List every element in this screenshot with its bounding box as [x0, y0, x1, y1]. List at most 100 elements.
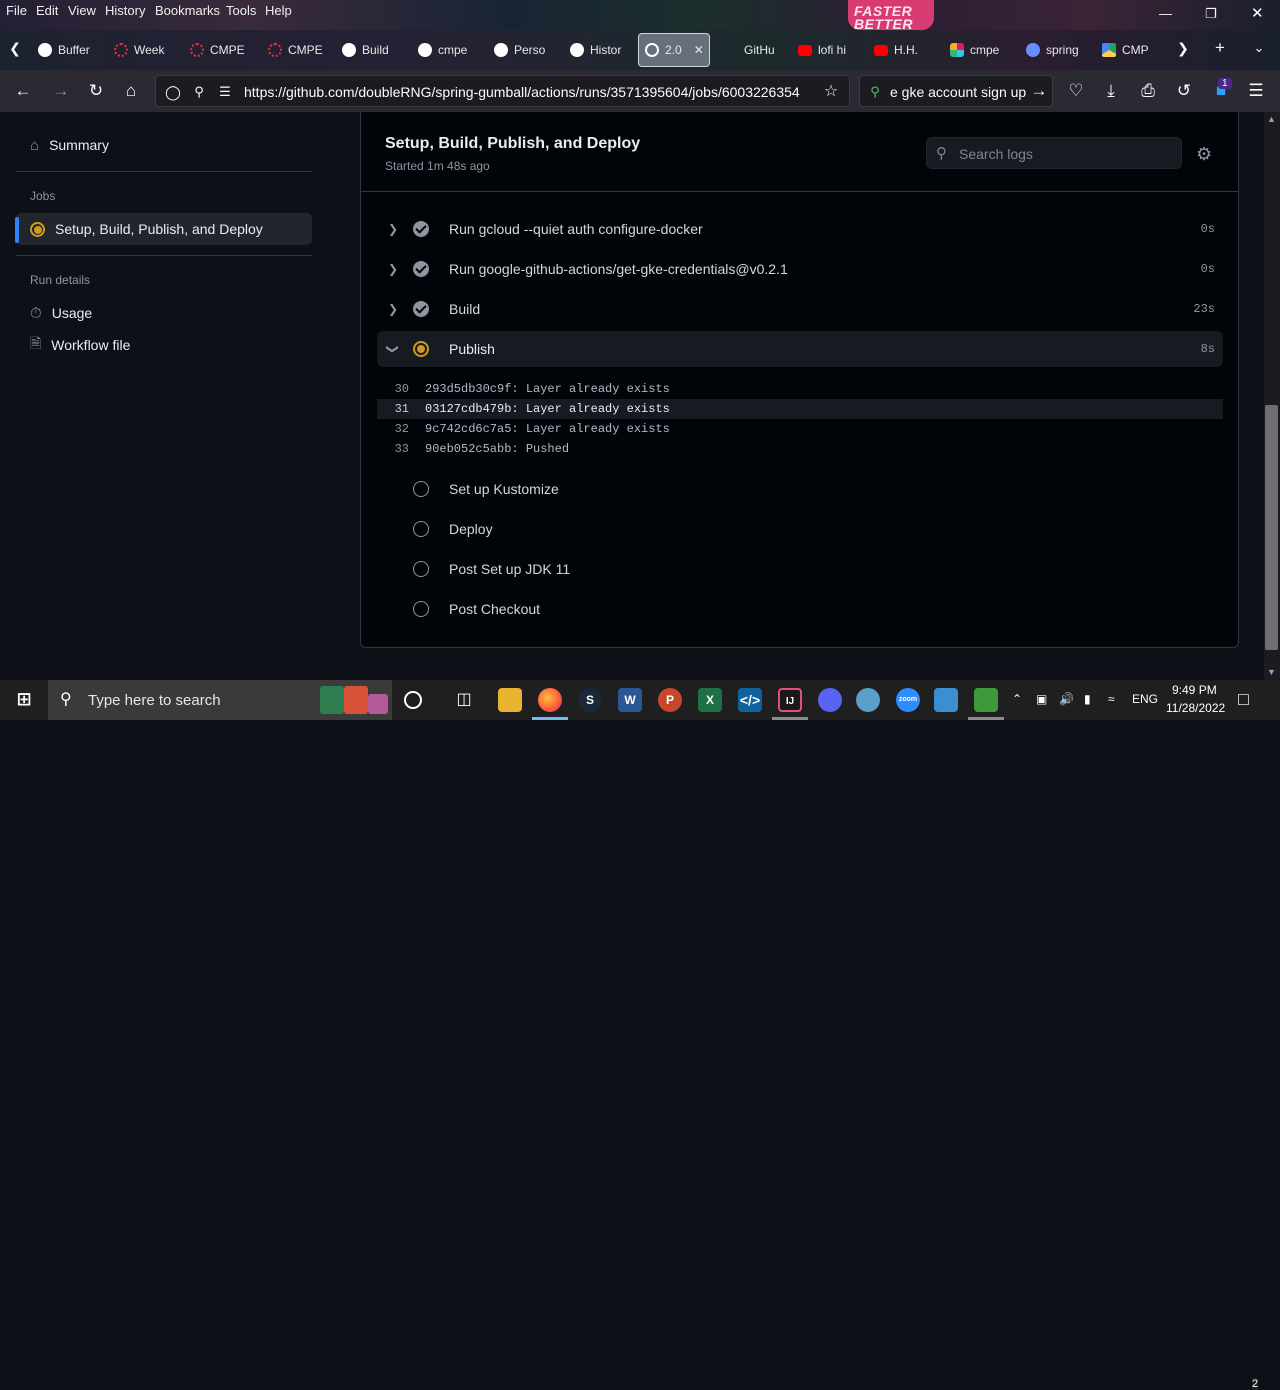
tab-cmpe-3[interactable]: cmpe — [418, 38, 474, 62]
tab-build[interactable]: Build — [342, 38, 398, 62]
log-line[interactable]: 30 293d5db30c9f: Layer already exists — [377, 379, 1223, 399]
step-row[interactable]: Post Checkout — [377, 591, 1223, 627]
notepad-icon[interactable] — [974, 688, 998, 712]
sidebar-item-usage[interactable]: ⏱ Usage — [16, 297, 312, 329]
menu-help[interactable]: Help — [265, 3, 292, 18]
log-line-text: 90eb052c5abb: Pushed — [425, 442, 570, 456]
zoom-icon[interactable]: zoom — [896, 688, 920, 712]
shield-icon[interactable]: ◯ — [162, 82, 184, 102]
print-icon[interactable]: ⎙ — [1137, 81, 1159, 101]
back-icon[interactable]: ← — [12, 81, 34, 101]
log-line[interactable]: 33 90eb052c5abb: Pushed — [377, 439, 1223, 459]
notifications-icon[interactable]: □ — [1238, 689, 1249, 710]
close-tab-icon[interactable]: ✕ — [694, 43, 704, 57]
steam-icon[interactable]: S — [578, 688, 602, 712]
taskbar-search-box[interactable]: ⚲ Type here to search — [48, 680, 392, 720]
windows-start-icon[interactable]: ⊞ — [12, 688, 36, 712]
search-bar[interactable]: ⚲ e gke account sign up → — [859, 75, 1053, 107]
list-all-tabs-icon[interactable]: ⌄ — [1248, 38, 1270, 58]
minimize-icon[interactable]: — — [1159, 6, 1172, 21]
photos-icon[interactable] — [934, 688, 958, 712]
scrollbar-thumb[interactable] — [1265, 405, 1278, 650]
scroll-up-icon[interactable]: ▲ — [1267, 114, 1276, 124]
url-text[interactable]: https://github.com/doubleRNG/spring-gumb… — [244, 84, 800, 100]
step-row[interactable]: Post Set up JDK 11 — [377, 551, 1223, 587]
discord-icon[interactable] — [818, 688, 842, 712]
tab-cmpe-2[interactable]: CMPE — [268, 38, 324, 62]
battery-icon[interactable]: ▮ — [1084, 692, 1091, 706]
search-bar-value[interactable]: e gke account sign up — [890, 84, 1026, 100]
pending-circle-icon — [413, 481, 429, 497]
tab-slack-cmpe[interactable]: cmpe — [950, 38, 1006, 62]
menu-view[interactable]: View — [68, 3, 96, 18]
step-row-expanded[interactable]: ❯ Publish 8s — [377, 331, 1223, 367]
menu-file[interactable]: File — [6, 3, 27, 18]
log-line[interactable]: 31 03127cdb479b: Layer already exists — [377, 399, 1223, 419]
bookmark-star-icon[interactable]: ☆ — [820, 82, 842, 102]
step-row[interactable]: ❯ Run google-github-actions/get-gke-cred… — [377, 251, 1223, 287]
search-go-icon[interactable]: → — [1028, 81, 1050, 101]
tab-cmpe-1[interactable]: CMPE — [190, 38, 246, 62]
tab-buffer[interactable]: Buffer — [38, 38, 94, 62]
lock-icon[interactable]: ⚲ — [188, 82, 210, 102]
tab-github[interactable]: GitHu — [744, 38, 784, 62]
tab-perso[interactable]: Perso — [494, 38, 550, 62]
powerpoint-icon[interactable]: P — [658, 688, 682, 712]
tab-active[interactable]: 2.0 ✕ — [638, 33, 710, 67]
menu-tools[interactable]: Tools — [226, 3, 256, 18]
sidebar-item-job[interactable]: Setup, Build, Publish, and Deploy — [15, 213, 312, 245]
wifi-icon[interactable]: ≈ — [1108, 692, 1115, 706]
step-row[interactable]: Deploy — [377, 511, 1223, 547]
word-icon[interactable]: W — [618, 688, 642, 712]
downloads-icon[interactable]: ⤓ — [1100, 81, 1122, 101]
restore-icon[interactable]: ❐ — [1205, 6, 1217, 22]
show-hidden-icons-icon[interactable]: ⌃ — [1012, 692, 1022, 706]
reload-icon[interactable]: ↻ — [85, 81, 107, 101]
step-row[interactable]: Set up Kustomize — [377, 471, 1223, 507]
camera-icon[interactable]: ▣ — [1036, 692, 1047, 706]
step-row[interactable]: ❯ Run gcloud --quiet auth configure-dock… — [377, 211, 1223, 247]
search-logs-input[interactable]: ⚲ Search logs — [926, 137, 1182, 169]
cortana-icon[interactable] — [404, 691, 422, 709]
excel-icon[interactable]: X — [698, 688, 722, 712]
firefox-icon[interactable] — [538, 688, 562, 712]
tab-lofi[interactable]: lofi hi — [798, 38, 858, 62]
paint-icon[interactable] — [856, 688, 880, 712]
home-icon[interactable]: ⌂ — [120, 81, 142, 101]
navigation-toolbar: ← → ↻ ⌂ ◯ ⚲ ☰ https://github.com/doubleR… — [0, 70, 1280, 112]
permissions-icon[interactable]: ☰ — [214, 82, 236, 102]
tab-histor[interactable]: Histor — [570, 38, 630, 62]
file-explorer-icon[interactable] — [498, 688, 522, 712]
task-view-icon[interactable]: ◫ — [452, 688, 476, 712]
close-window-icon[interactable]: ✕ — [1251, 4, 1264, 22]
tab-drive-cmp[interactable]: CMP — [1102, 38, 1158, 62]
sidebar-divider — [16, 255, 312, 256]
menu-history[interactable]: History — [105, 3, 145, 18]
step-row[interactable]: ❯ Build 23s — [377, 291, 1223, 327]
clock-time[interactable]: 9:49 PM — [1172, 683, 1217, 697]
tabs-scroll-right-icon[interactable]: ❯ — [1172, 38, 1194, 58]
history-icon[interactable]: ↺ — [1173, 81, 1195, 101]
tab-hh[interactable]: H.H. — [874, 38, 930, 62]
sidebar-item-summary[interactable]: ⌂ Summary — [16, 129, 312, 161]
new-tab-icon[interactable]: + — [1209, 38, 1231, 58]
menu-edit[interactable]: Edit — [36, 3, 58, 18]
log-line[interactable]: 32 9c742cd6c7a5: Layer already exists — [377, 419, 1223, 439]
app-menu-icon[interactable]: ☰ — [1245, 81, 1267, 101]
volume-icon[interactable]: 🔊 — [1059, 692, 1074, 706]
tab-spring[interactable]: spring — [1026, 38, 1082, 62]
tab-favicon-icon — [114, 43, 128, 57]
menu-bookmarks[interactable]: Bookmarks — [155, 3, 220, 18]
sidebar-item-workflow-file[interactable]: 🗎 Workflow file — [16, 329, 312, 361]
forward-icon[interactable]: → — [50, 81, 72, 101]
pocket-icon[interactable]: ♡ — [1065, 81, 1087, 101]
clock-date[interactable]: 11/28/2022 — [1166, 701, 1225, 715]
address-bar[interactable]: ◯ ⚲ ☰ https://github.com/doubleRNG/sprin… — [155, 75, 850, 107]
tabs-scroll-left-icon[interactable]: ❮ — [4, 38, 26, 58]
intellij-icon[interactable]: IJ — [778, 688, 802, 712]
vscode-icon[interactable]: </> — [738, 688, 762, 712]
gear-icon[interactable]: ⚙ — [1196, 144, 1212, 165]
scroll-down-icon[interactable]: ▼ — [1267, 667, 1276, 677]
tab-week[interactable]: Week — [114, 38, 170, 62]
language-indicator[interactable]: ENG — [1132, 692, 1158, 706]
